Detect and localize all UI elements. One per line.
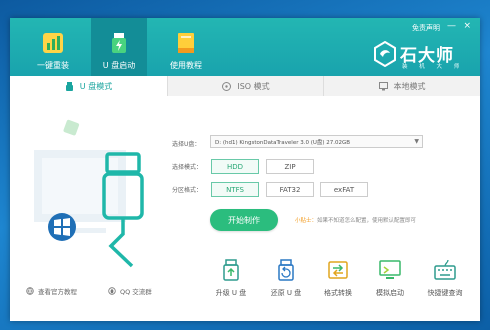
nav-label: 一键重装 <box>37 61 69 70</box>
tip-body: 如果不知道怎么配置，使用默认配置即可 <box>317 218 417 224</box>
footer-label: 查看官方教程 <box>38 288 77 296</box>
usb-lightning-icon <box>112 33 126 53</box>
mode-label: 选择模式： <box>172 164 203 171</box>
disk-select[interactable]: D: (hd1) KingstonDataTraveler 3.0 (U盘) 2… <box>210 135 423 148</box>
tab-local-mode[interactable]: 本地模式 <box>323 76 480 96</box>
book-icon <box>178 33 194 53</box>
tool-restore-usb[interactable]: 还原 U 盘 <box>261 258 311 302</box>
partition-label: 分区格式： <box>172 187 203 194</box>
disk-label: 选择U盘： <box>172 141 201 148</box>
mode-option-zip[interactable]: ZIP <box>266 159 314 174</box>
tab-label: 本地模式 <box>393 81 426 91</box>
start-button[interactable]: 开始制作 <box>210 209 278 231</box>
partition-option-ntfs[interactable]: NTFS <box>211 182 259 197</box>
chevron-down-icon: ▼ <box>414 138 419 145</box>
usb-icon <box>65 81 73 91</box>
keyboard-icon <box>434 259 456 280</box>
footer-label: QQ 交流群 <box>120 288 152 296</box>
partition-option-fat32[interactable]: FAT32 <box>266 182 314 197</box>
mode-tabs: U 盘模式 ISO 模式 本地模式 <box>10 76 480 96</box>
tool-hotkey-query[interactable]: 快捷键查询 <box>420 258 470 302</box>
minimize-button[interactable]: — <box>447 21 456 31</box>
mode-option-hdd[interactable]: HDD <box>211 159 259 174</box>
nav-label: U 盘启动 <box>102 61 136 70</box>
tool-simulate-boot[interactable]: 模拟启动 <box>365 258 415 302</box>
tab-label: ISO 模式 <box>237 81 270 91</box>
header-bar: 一键重装 U 盘启动 使用教程 免责声明 — × 石大师 装 机 大 师 <box>10 18 480 76</box>
tool-upgrade-usb[interactable]: 升级 U 盘 <box>206 258 256 302</box>
brand-tagline: 装 机 大 师 <box>402 64 465 70</box>
disc-icon <box>222 81 232 91</box>
partition-option-exfat[interactable]: exFAT <box>320 182 368 197</box>
tool-label: 快捷键查询 <box>427 289 463 297</box>
tool-label: 格式转换 <box>324 289 352 297</box>
convert-arrows-icon <box>328 261 348 279</box>
usb-restore-icon <box>278 259 294 281</box>
usb-illustration <box>34 119 144 268</box>
bar-chart-icon <box>43 33 63 53</box>
usb-upgrade-icon <box>223 259 239 281</box>
globe-icon <box>26 287 34 295</box>
nav-tutorial[interactable]: 使用教程 <box>158 18 214 76</box>
close-button[interactable]: × <box>463 21 471 31</box>
qq-group-link[interactable]: QQ 交流群 <box>108 286 152 296</box>
monitor-icon <box>378 81 388 90</box>
tool-format-convert[interactable]: 格式转换 <box>313 258 363 302</box>
tab-iso-mode[interactable]: ISO 模式 <box>167 76 324 96</box>
nav-usb-boot[interactable]: U 盘启动 <box>91 18 147 76</box>
disclaimer-link[interactable]: 免责声明 <box>412 23 440 33</box>
app-window: 一键重装 U 盘启动 使用教程 免责声明 — × 石大师 装 机 大 师 U 盘… <box>10 18 480 321</box>
tab-label: U 盘模式 <box>79 81 113 91</box>
qq-penguin-icon <box>108 287 116 295</box>
tool-label: 模拟启动 <box>376 289 404 297</box>
tool-label: 还原 U 盘 <box>270 289 302 297</box>
official-tutorial-link[interactable]: 查看官方教程 <box>26 286 77 296</box>
tool-label: 升级 U 盘 <box>215 289 247 297</box>
nav-label: 使用教程 <box>170 61 202 70</box>
brand-mark-icon <box>374 41 396 67</box>
monitor-boot-icon <box>379 260 401 279</box>
nav-one-click-reinstall[interactable]: 一键重装 <box>25 18 81 76</box>
brand-logo: 石大师 装 机 大 师 <box>374 41 474 71</box>
disk-select-value: D: (hd1) KingstonDataTraveler 3.0 (U盘) 2… <box>215 140 351 146</box>
tip-prefix: 小贴士： <box>295 218 318 224</box>
tip-text: 小贴士：如果不知道怎么配置，使用默认配置即可 <box>295 216 416 224</box>
tab-usb-mode[interactable]: U 盘模式 <box>10 76 167 96</box>
